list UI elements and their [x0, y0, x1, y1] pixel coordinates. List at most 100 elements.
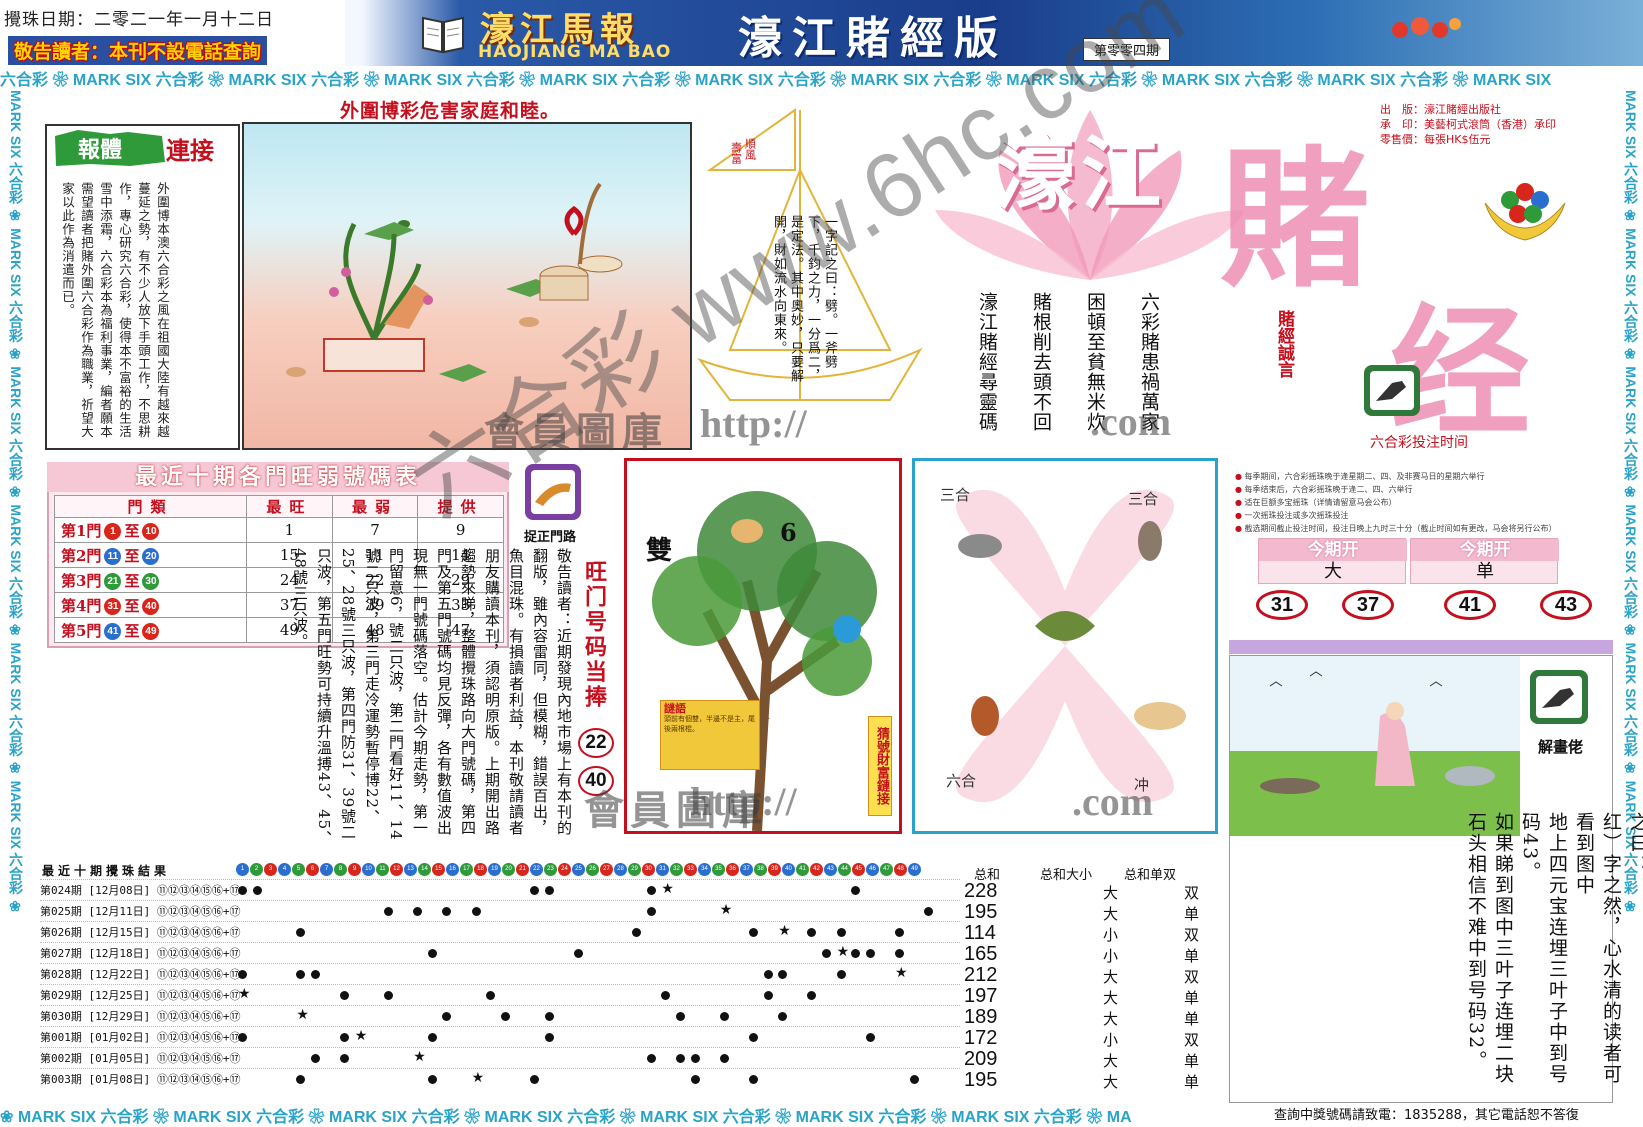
ball-number: 4 — [278, 863, 291, 876]
ball-number: 38 — [754, 863, 767, 876]
ball-number: 11 — [376, 863, 389, 876]
draw-date: 攪珠日期：二零二一年一月十二日 — [4, 10, 274, 30]
sum-value: 195 — [964, 1069, 998, 1091]
hot-code-label: 旺门号码当捧 — [581, 560, 607, 710]
ball-number: 45 — [852, 863, 865, 876]
draw-dot — [530, 886, 539, 895]
table-row: 第030期 [12月29日] ⑪⑫⑬⑭⑮⑯+⑰ ★ 189 大 单 — [40, 1005, 1199, 1028]
ball-number: 48 — [894, 863, 907, 876]
draw-dot — [442, 907, 452, 916]
ball-number: 29 — [628, 863, 641, 876]
tree-side-label: 猜號財富鏈接 — [868, 716, 892, 816]
draw-dot — [340, 1054, 350, 1063]
draw-dot — [749, 1075, 758, 1084]
draw-dot — [384, 991, 393, 1000]
ball-number: 47 — [880, 863, 893, 876]
ball-number: 20 — [502, 863, 515, 876]
door-name: 第3門 — [61, 571, 102, 590]
draw-label: 第002期 [01月05日] ⑪⑫⑬⑭⑮⑯+⑰ — [40, 1052, 241, 1065]
book-icon — [422, 16, 464, 54]
draw-label: 第026期 [12月15日] ⑪⑫⑬⑭⑮⑯+⑰ — [40, 926, 241, 939]
sum-value: 114 — [964, 922, 996, 944]
painting-line: 石头相信不难中到号码32。 — [1465, 812, 1487, 1072]
current-label: 今期开 — [1259, 539, 1407, 561]
sum-value: 165 — [964, 943, 998, 965]
slogan-line: 濠江賭經尋靈碼 — [976, 292, 998, 432]
slogan-line: 困頓至貧無米炊 — [1084, 292, 1106, 432]
draw-dot — [851, 886, 861, 895]
draw-dot — [807, 928, 817, 937]
table-row: 第1門 1 至 10 1 7 9 — [53, 517, 504, 543]
draw-dot — [413, 907, 423, 916]
draw-dot — [719, 1012, 729, 1021]
table-row: 第025期 [12月11日] ⑪⑫⑬⑭⑮⑯+⑰ ★ 195 大 单 — [40, 900, 1199, 923]
ball-number: 26 — [586, 863, 599, 876]
draw-dot — [807, 991, 817, 1000]
draw-dot — [340, 1033, 350, 1042]
draw-dot — [661, 991, 671, 1000]
ball-to: 10 — [142, 523, 160, 540]
svg-text:連接: 連接 — [166, 136, 214, 165]
current-size-box: 今期开 大 — [1258, 538, 1407, 584]
table-row: 第029期 [12月25日] ⑪⑫⑬⑭⑮⑯+⑰ ★ 197 大 单 — [40, 984, 1199, 1007]
sum-value: 228 — [964, 880, 998, 902]
bigsmall-value: 大 — [1103, 989, 1119, 1007]
ball-number: 41 — [796, 863, 809, 876]
dog-icon — [1134, 702, 1186, 730]
ball-number: 37 — [740, 863, 753, 876]
ingot-balls-icon — [1484, 183, 1566, 241]
slogan-columns: 六彩賭患禍萬家 困頓至貧無米炊 賭根削去頭不回 濠江賭經尋靈碼 — [975, 292, 1161, 432]
draw-dot — [763, 991, 773, 1000]
ball-number: 25 — [572, 863, 585, 876]
serial-text: 外圍博本澳六合彩之風在祖國大陸有越來越蔓延之勢，有不少人放下手頭工作，不思耕作，… — [60, 182, 170, 439]
door-advice-label: 捉正門路 — [524, 530, 577, 545]
draw-dot — [311, 970, 320, 979]
draw-dot — [471, 907, 481, 916]
bigsmall-value: 大 — [1103, 905, 1119, 923]
ball-number: 27 — [600, 863, 613, 876]
blue-ball-icon — [833, 615, 861, 643]
draw-dot — [676, 1054, 685, 1063]
oddeven-value: 双 — [1184, 926, 1200, 944]
oddeven-value: 单 — [1184, 1052, 1200, 1070]
pick-number: 31 — [1256, 590, 1308, 620]
sum-value: 212 — [964, 964, 998, 986]
draw-dot — [486, 991, 496, 1000]
painting-line: 红）字之然，心水清的读者可看到图中 — [1573, 812, 1622, 1085]
current-parity-box: 今期开 单 — [1410, 538, 1559, 584]
tree-word: 雙 — [646, 536, 673, 566]
draw-label: 第024期 [12月08日] ⑪⑫⑬⑭⑮⑯+⑰ — [40, 884, 241, 897]
slogan-line: 賭根削去頭不回 — [1030, 292, 1052, 432]
results-heading: 最近十期攪珠結果 — [42, 864, 171, 878]
special-mark: ★ — [238, 986, 251, 1002]
ball-number: 17 — [460, 863, 473, 876]
oddeven-value: 双 — [1184, 884, 1200, 902]
draw-dot — [909, 1075, 919, 1084]
rat-icon — [958, 534, 1002, 558]
draw-label: 第030期 [12月29日] ⑪⑫⑬⑭⑮⑯+⑰ — [40, 1010, 241, 1023]
painting-text: 上期幅寻宝图旁边诗（一字记之曰： 红）字之然，心水清的读者可看到图中 地上四元宝… — [1462, 812, 1643, 1102]
draw-dot — [238, 886, 247, 895]
ball-number: 15 — [432, 863, 445, 876]
draw-dot — [865, 1033, 875, 1042]
range-separator: 至 — [124, 521, 140, 540]
door-name: 第5門 — [61, 621, 102, 640]
masthead-title-big1: 賭 — [1220, 132, 1371, 308]
draw-dot — [676, 1012, 685, 1021]
cell-hot: 1 — [246, 517, 333, 543]
painting-line: 地上四元宝连埋三叶子中到号码43。 — [1519, 812, 1568, 1085]
draw-dot — [895, 928, 904, 937]
draw-dot — [690, 1054, 700, 1063]
painting-label: 解畫佬 — [1538, 738, 1584, 756]
pick-number: 41 — [1444, 590, 1496, 620]
ball-number: 12 — [390, 863, 403, 876]
special-mark: ★ — [836, 944, 850, 960]
table-row: 第003期 [01月08日] ⑪⑫⑬⑭⑮⑯+⑰ ★ 195 大 单 — [40, 1068, 1199, 1091]
draw-dot — [763, 970, 773, 979]
ball-number: 5 — [292, 863, 305, 876]
table-row: 第002期 [01月05日] ⑪⑫⑬⑭⑮⑯+⑰ ★ 209 大 单 — [40, 1047, 1199, 1070]
bigsmall-value: 大 — [1103, 968, 1119, 986]
bigsmall-value: 小 — [1103, 947, 1119, 965]
list-item: 适在巨额多宝摇珠（详情请留意马会公布） — [1235, 496, 1615, 509]
serial-badge-icon: 報體 連接 — [55, 130, 214, 166]
